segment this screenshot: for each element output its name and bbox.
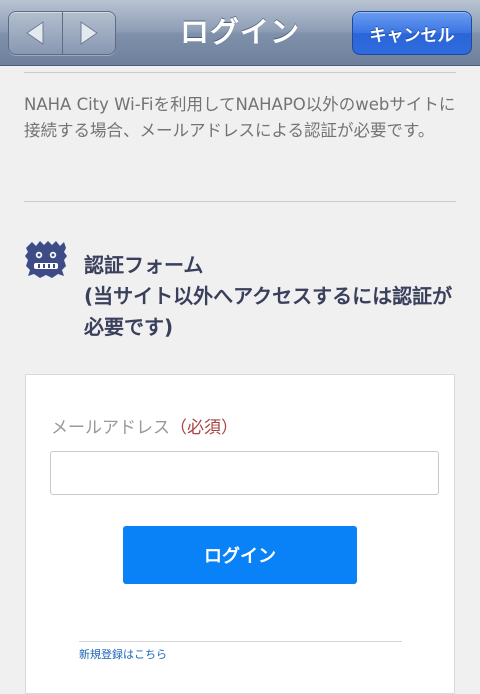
- cancel-button[interactable]: キャンセル: [352, 11, 472, 55]
- shisa-logo-icon: [25, 241, 67, 278]
- required-mark: （必須）: [170, 418, 238, 438]
- email-label-text: メールアドレス: [51, 418, 170, 438]
- navigation-bar: ログイン キャンセル: [0, 0, 480, 66]
- history-arrows: [8, 11, 116, 55]
- section-divider: [24, 201, 456, 202]
- forward-button[interactable]: [61, 12, 116, 54]
- register-link[interactable]: 新規登録はこちら: [79, 646, 167, 662]
- back-button[interactable]: [9, 12, 62, 54]
- form-title-sub: (当サイト以外へアクセスするには認証が必要です): [84, 284, 453, 339]
- top-divider: [24, 72, 456, 73]
- intro-text: NAHA City Wi-Fiを利用してNAHAPO以外のwebサイトに接続する…: [24, 95, 456, 140]
- form-title: 認証フォーム (当サイト以外へアクセスするには認証が必要です): [84, 250, 464, 343]
- login-button[interactable]: ログイン: [123, 526, 357, 584]
- page-title: ログイン: [179, 15, 300, 49]
- email-label: メールアドレス（必須）: [51, 413, 238, 438]
- chevron-left-icon: [26, 21, 44, 45]
- chevron-right-icon: [80, 21, 98, 45]
- email-field[interactable]: [50, 451, 439, 495]
- card-divider: [79, 641, 402, 642]
- form-title-main: 認証フォーム: [84, 253, 204, 277]
- auth-form-card: メールアドレス（必須） ログイン 新規登録はこちら: [25, 374, 455, 694]
